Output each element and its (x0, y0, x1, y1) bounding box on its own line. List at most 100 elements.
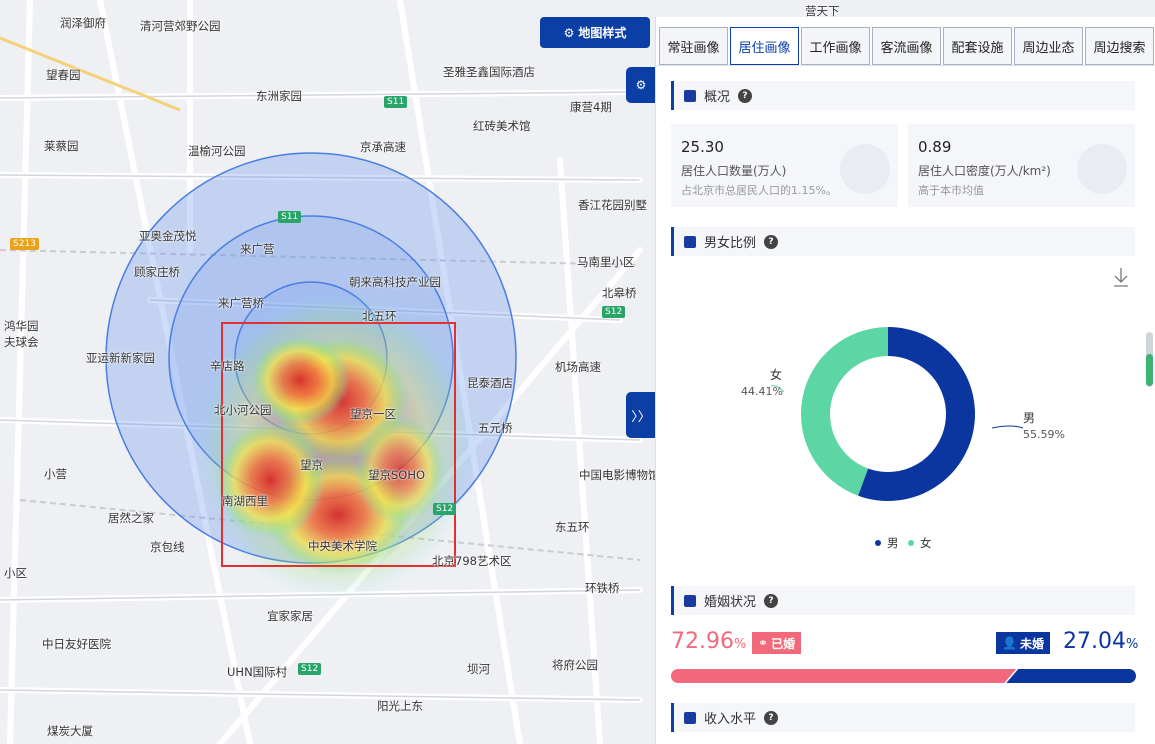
tab-search[interactable]: 周边搜索 (1085, 27, 1154, 65)
map-label[interactable]: 东洲家园 (256, 89, 302, 103)
map-label[interactable]: 马南里小区 (577, 255, 635, 269)
map-label[interactable]: 机场高速 (555, 360, 601, 374)
gender-title: 男女比例 (704, 236, 757, 251)
help-icon[interactable]: ? (764, 710, 779, 725)
female-slice[interactable] (801, 327, 888, 496)
help-icon[interactable]: ? (764, 234, 779, 249)
road-shield: S12 (298, 663, 322, 675)
tab-work[interactable]: 工作画像 (801, 27, 870, 65)
gear-icon: ⚙ (563, 25, 575, 40)
married-bar-segment (671, 669, 1017, 683)
map-label[interactable]: 润泽御府 (60, 16, 106, 30)
map-label[interactable]: 宜家家居 (267, 609, 313, 623)
map-label[interactable]: 京承高速 (360, 140, 406, 154)
map-label[interactable]: 望京SOHO (368, 468, 425, 482)
marriage-bar (671, 669, 1136, 683)
map-label[interactable]: 辛店路 (210, 359, 245, 373)
map-label[interactable]: 东五环 (555, 520, 590, 534)
rings-icon: ⚭ (758, 636, 769, 650)
map-label[interactable]: 北皋桥 (602, 286, 637, 300)
help-icon[interactable]: ? (738, 88, 753, 103)
map-label[interactable]: 香江花园别墅 (578, 198, 647, 212)
map-label[interactable]: 昆泰酒店 (467, 376, 513, 390)
male-pct: 55.59% (1023, 428, 1065, 441)
map-label[interactable]: 望春园 (46, 68, 81, 82)
map-label[interactable]: 亚奥金茂悦 (139, 229, 197, 243)
map-label[interactable]: 小营 (44, 467, 67, 481)
map-label[interactable]: 将府公园 (552, 658, 598, 672)
tab-resident[interactable]: 常驻画像 (659, 27, 728, 65)
map-label[interactable]: 五元桥 (478, 421, 513, 435)
tab-visitor[interactable]: 客流画像 (872, 27, 941, 65)
map-style-button[interactable]: ⚙ 地图样式 (540, 17, 650, 48)
map-label[interactable]: 中日友好医院 (42, 637, 111, 651)
gender-chart: 男 55.59% 女 44.41% 男 女 (656, 256, 1155, 586)
tab-bar: 常驻画像 居住画像 工作画像 客流画像 配套设施 周边业态 周边搜索 (656, 17, 1155, 66)
map-label[interactable]: 鸿华园 (4, 319, 39, 333)
single-value: 27.04% (1063, 629, 1139, 654)
tab-business[interactable]: 周边业态 (1014, 27, 1083, 65)
map-label[interactable]: 朝来高科技产业园 (349, 275, 441, 289)
chevron-right-icon: 〉〉 (631, 409, 651, 425)
map-label[interactable]: 清河营郊野公园 (140, 19, 221, 33)
density-card: 0.89 居住人口密度(万人/km²) 高于本市均值 (908, 124, 1135, 207)
map-label[interactable]: UHN国际村 (227, 665, 287, 679)
road-shield: S12 (433, 503, 457, 515)
marriage-bar-svg (671, 669, 1136, 683)
income-icon (684, 711, 696, 724)
map-label[interactable]: 北京798艺术区 (432, 554, 511, 568)
map-label[interactable]: 中国电影博物馆 (579, 468, 660, 482)
map-label[interactable]: 望京 (300, 458, 323, 472)
map-label[interactable]: 中央美术学院 (308, 539, 377, 553)
road-shield: S11 (278, 211, 302, 223)
legend-female[interactable]: 女 (920, 536, 932, 550)
map-label[interactable]: 康营4期 (570, 100, 612, 114)
map-label[interactable]: 莱蔡园 (44, 139, 79, 153)
people-icon (840, 144, 890, 194)
map-label[interactable]: 夫球会 (4, 335, 39, 349)
tab-residence[interactable]: 居住画像 (730, 27, 799, 65)
map-label[interactable]: 坝河 (467, 662, 490, 676)
map-label[interactable]: 京包线 (150, 540, 185, 554)
overview-header: 概况 ? (671, 81, 1135, 110)
married-badge: ⚭ 已婚 (752, 632, 802, 654)
map-label[interactable]: 环铁桥 (585, 581, 620, 595)
panel-scrollbar[interactable] (1146, 332, 1153, 387)
download-icon[interactable] (1114, 268, 1128, 287)
legend-male-dot (875, 540, 881, 546)
male-label: 男 (1023, 411, 1035, 425)
marriage-header: 婚姻状况 ? (671, 586, 1135, 615)
map-label[interactable]: 阳光上东 (377, 699, 423, 713)
female-pct: 44.41% (741, 385, 783, 398)
map-label[interactable]: 居然之家 (108, 511, 154, 525)
married-value: 72.96% (671, 629, 747, 654)
scrollbar-thumb[interactable] (1146, 354, 1153, 386)
map-label[interactable]: 煤炭大厦 (47, 724, 93, 738)
map-label[interactable]: 营天下 (805, 4, 840, 18)
map-label[interactable]: 来广营 (240, 242, 275, 256)
map-label[interactable]: 红砖美术馆 (473, 119, 531, 133)
map-label[interactable]: 北五环 (362, 309, 397, 323)
tab-facilities[interactable]: 配套设施 (943, 27, 1012, 65)
collapse-panel-tab[interactable]: 〉〉 (626, 392, 656, 438)
income-header: 收入水平 ? (671, 703, 1135, 732)
map-label[interactable]: 圣雅圣鑫国际酒店 (443, 65, 535, 79)
map-label[interactable]: 北小河公园 (214, 403, 272, 417)
gender-header: 男女比例 ? (671, 227, 1135, 256)
map-settings-tab[interactable]: ⚙ (626, 67, 656, 103)
population-card: 25.30 居住人口数量(万人) 占北京市总居民人口的1.15%。 (671, 124, 898, 207)
map-label[interactable]: 小区 (4, 566, 27, 580)
legend-male[interactable]: 男 (887, 536, 899, 550)
map-label[interactable]: 亚运新新家园 (86, 351, 155, 365)
map-label[interactable]: 望京一区 (350, 407, 396, 421)
male-leader-line (991, 425, 1024, 429)
map-label[interactable]: 顾家庄桥 (134, 265, 180, 279)
help-icon[interactable]: ? (764, 593, 779, 608)
person-icon (1077, 144, 1127, 194)
map-label[interactable]: 南湖西里 (222, 494, 268, 508)
map-label[interactable]: 温榆河公园 (188, 144, 246, 158)
overview-cards: 25.30 居住人口数量(万人) 占北京市总居民人口的1.15%。 0.89 居… (671, 124, 1135, 207)
road-shield: S12 (602, 306, 626, 318)
map-label[interactable]: 来广营桥 (218, 296, 264, 310)
gear-icon: ⚙ (635, 78, 647, 92)
